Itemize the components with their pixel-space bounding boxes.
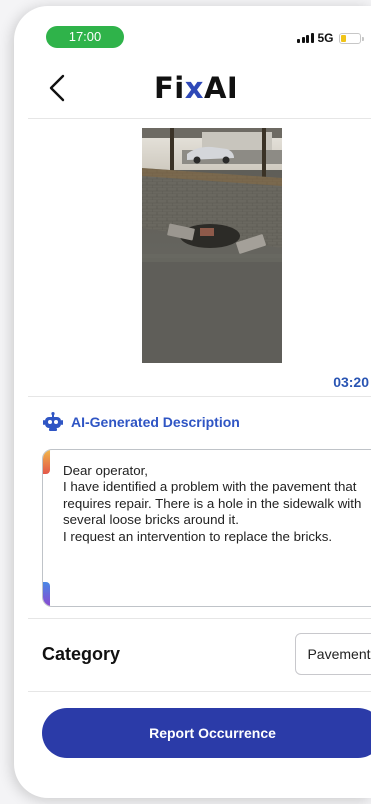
phone-screen: 17:00 5G Fi x AI 03:20 AI-Generated Desc…: [14, 6, 371, 798]
status-time: 17:00: [46, 26, 124, 48]
corner-accent-top-left: [43, 450, 50, 474]
corner-accent-bottom-left: [43, 582, 50, 606]
description-textarea[interactable]: Dear operator, I have identified a probl…: [42, 449, 371, 607]
header-divider: [28, 118, 371, 119]
description-text: Dear operator, I have identified a probl…: [63, 463, 362, 544]
battery-low-icon: [338, 32, 364, 44]
back-button[interactable]: [42, 70, 72, 106]
logo-suffix: AI: [203, 71, 239, 105]
media-divider: [28, 396, 371, 397]
ai-section-header: AI-Generated Description: [43, 412, 240, 432]
status-indicators: 5G: [297, 31, 364, 45]
category-label: Category: [42, 644, 121, 664]
occurrence-photo[interactable]: [142, 128, 282, 363]
video-duration: 03:20: [333, 374, 369, 390]
logo-prefix: Fi: [154, 71, 185, 105]
app-logo: Fi x AI: [154, 70, 238, 106]
ai-section-title: AI-Generated Description: [71, 414, 240, 430]
category-divider: [28, 691, 371, 692]
network-label: 5G: [317, 31, 334, 45]
category-selector[interactable]: Pavement: [295, 633, 371, 675]
report-occurrence-button[interactable]: Report Occurrence: [42, 708, 371, 758]
robot-icon: [43, 412, 63, 431]
chevron-left-icon: [49, 74, 65, 102]
description-divider: [28, 618, 371, 619]
logo-accent: x: [184, 71, 204, 105]
cellular-signal-icon: [297, 33, 314, 43]
